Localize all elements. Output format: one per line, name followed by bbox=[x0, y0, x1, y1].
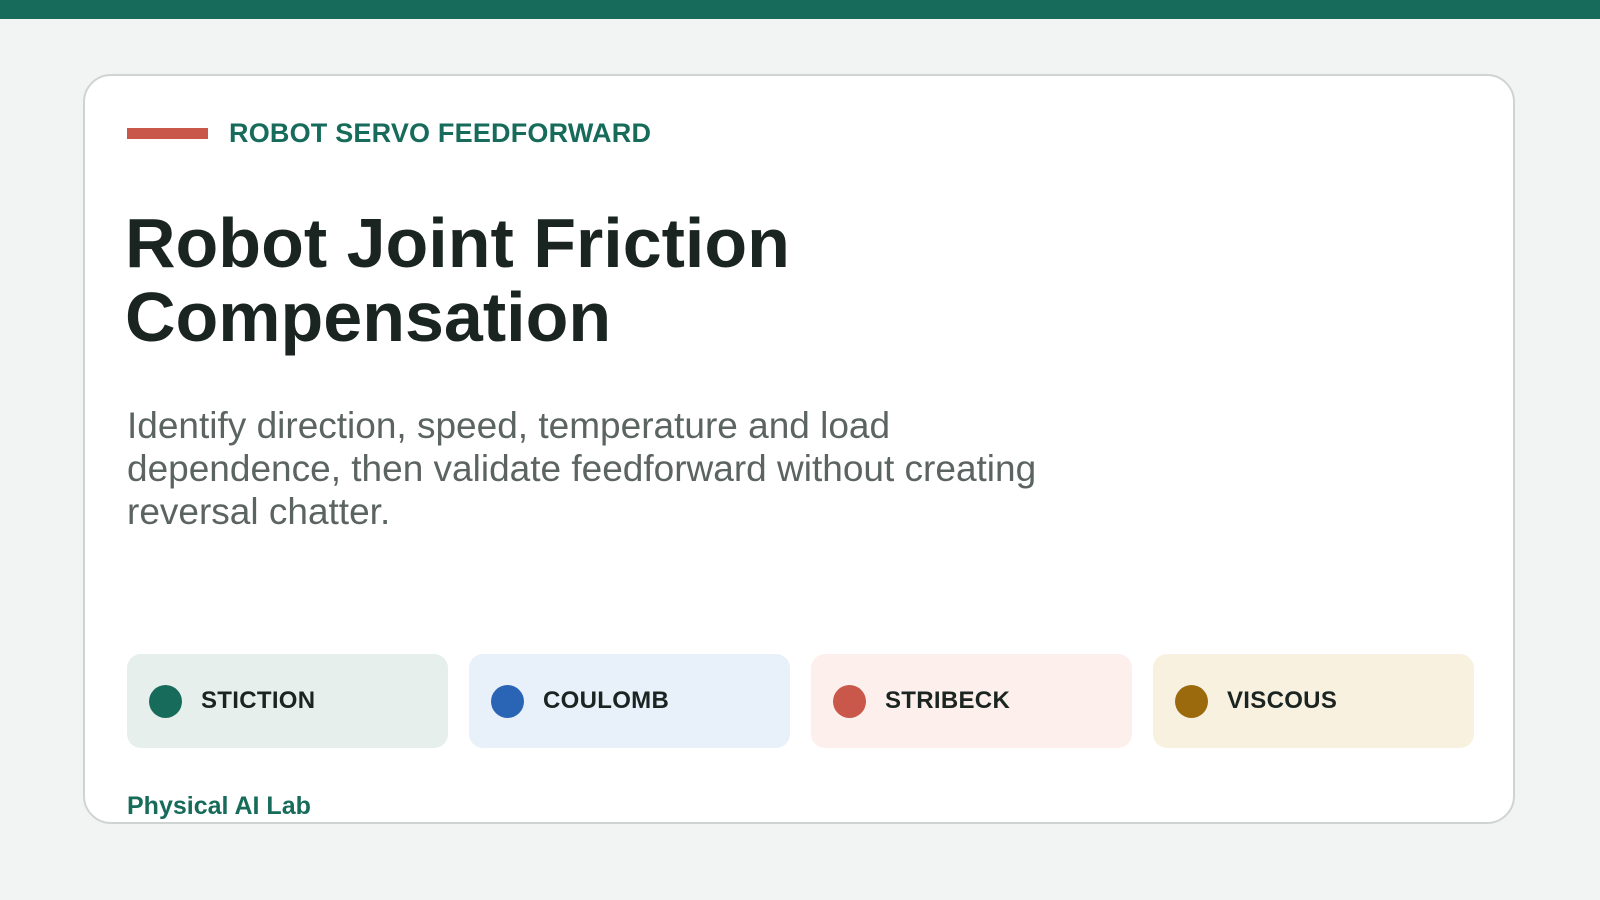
chip-stribeck: STRIBECK bbox=[811, 654, 1132, 748]
chip-dot-stribeck bbox=[833, 684, 866, 718]
chip-dot-stiction bbox=[149, 684, 182, 718]
chip-label-coulomb: COULOMB bbox=[543, 687, 670, 714]
top-accent-bar bbox=[0, 0, 1600, 19]
chip-label-stribeck: STRIBECK bbox=[885, 687, 1011, 714]
chip-dot-viscous bbox=[1175, 684, 1208, 718]
eyebrow: ROBOT SERVO FEEDFORWARD bbox=[127, 118, 651, 149]
footer-brand: Physical AI Lab bbox=[127, 792, 311, 820]
page-subtitle: Identify direction, speed, temperature a… bbox=[127, 405, 1037, 532]
eyebrow-rule bbox=[127, 128, 208, 139]
chip-label-stiction: STICTION bbox=[201, 687, 316, 714]
eyebrow-label: ROBOT SERVO FEEDFORWARD bbox=[229, 118, 652, 148]
page-title: Robot Joint Friction Compensation bbox=[125, 204, 790, 356]
chip-dot-coulomb bbox=[491, 684, 524, 718]
friction-type-chips: STICTION COULOMB STRIBECK VISCOUS bbox=[127, 654, 1474, 748]
chip-coulomb: COULOMB bbox=[469, 654, 790, 748]
content-card: ROBOT SERVO FEEDFORWARD Robot Joint Fric… bbox=[83, 74, 1515, 824]
chip-viscous: VISCOUS bbox=[1153, 654, 1474, 748]
chip-label-viscous: VISCOUS bbox=[1227, 687, 1338, 714]
chip-stiction: STICTION bbox=[127, 654, 448, 748]
